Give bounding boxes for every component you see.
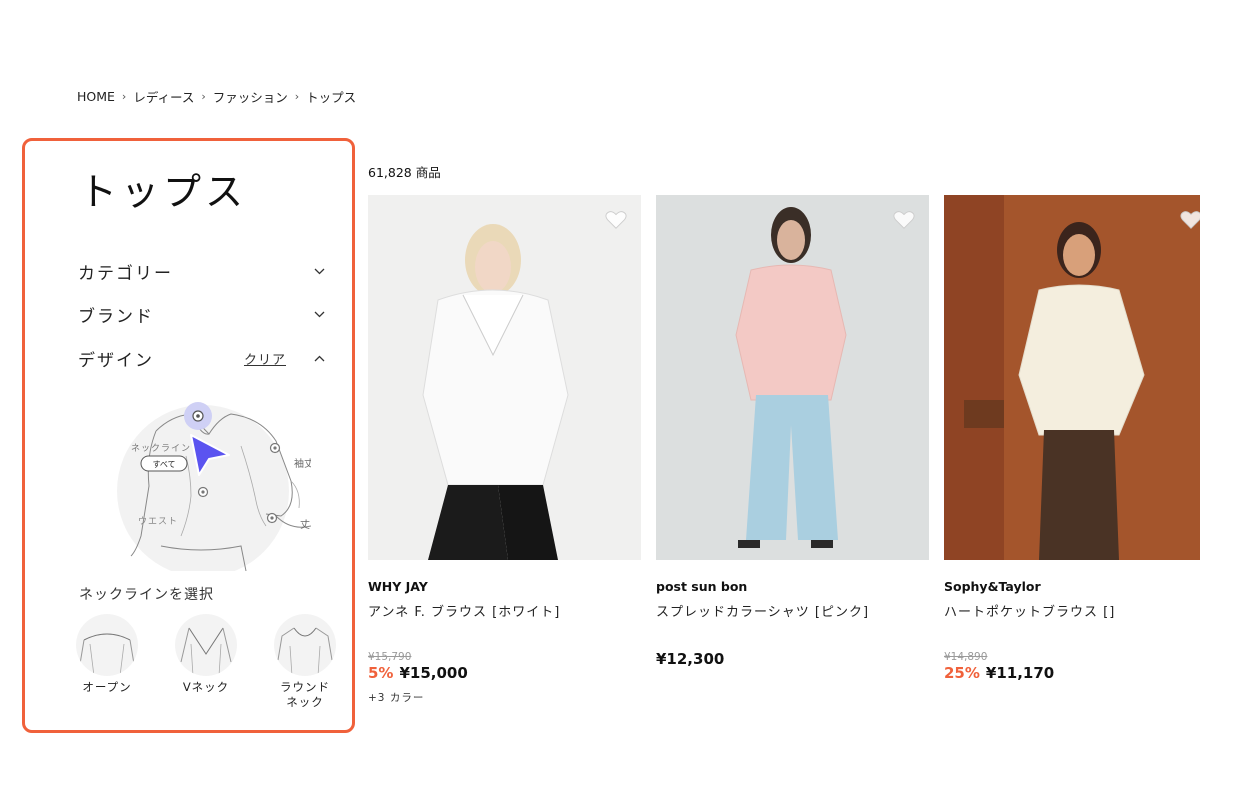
product-image[interactable] (656, 195, 929, 560)
heart-icon[interactable] (1180, 209, 1200, 231)
color-count[interactable]: +3 カラー (368, 690, 641, 705)
v-neck-icon (175, 614, 237, 676)
breadcrumb-separator: › (201, 90, 206, 103)
round-neck-icon (274, 614, 336, 676)
breadcrumb-current: トップス (306, 90, 357, 105)
neckline-label[interactable]: ネックライン (131, 443, 191, 454)
product-name[interactable]: スプレッドカラーシャツ [ピンク] (656, 601, 929, 620)
page-title: トップス (79, 170, 248, 214)
waist-label[interactable]: ウエスト (138, 516, 178, 527)
neckline-heading: ネックラインを選択 (79, 587, 214, 603)
neckline-option-open[interactable]: オープン (71, 614, 143, 710)
price-line: 25% ¥11,170 (944, 664, 1200, 682)
filter-brand-label: ブランド (78, 306, 154, 327)
neckline-option-label: Vネック (182, 680, 230, 694)
pointer-cursor-icon (190, 434, 230, 476)
sale-price: ¥11,170 (985, 664, 1055, 682)
product-name[interactable]: ハートポケットブラウス [] (944, 601, 1200, 620)
product-brand[interactable]: WHY JAY (368, 579, 641, 594)
sale-price: ¥12,300 (656, 650, 725, 668)
design-body-map: ネックライン すべて 袖丈 ウエスト 丈 (91, 396, 314, 577)
neckline-option-label: ラウンド ネック (280, 680, 330, 709)
heart-icon[interactable] (605, 209, 627, 231)
filter-design[interactable]: デザイン クリア (78, 345, 326, 371)
product-card[interactable]: post sun bon スプレッドカラーシャツ [ピンク] ¥12,300 (656, 195, 929, 668)
breadcrumb-separator: › (294, 90, 300, 103)
sleeve-label[interactable]: 袖丈 (294, 457, 314, 470)
product-name[interactable]: アンネ F. ブラウス [ホワイト] (368, 601, 641, 620)
open-neck-icon (76, 614, 138, 676)
neckline-option-vneck[interactable]: Vネック (170, 614, 242, 710)
original-price: ¥14,890 (944, 651, 988, 663)
neckline-option-round[interactable]: ラウンド ネック (269, 614, 341, 710)
sale-price: ¥15,000 (399, 664, 468, 682)
original-price: ¥15,790 (368, 651, 412, 663)
discount-rate: 5% (368, 664, 394, 682)
heart-icon[interactable] (893, 209, 915, 231)
breadcrumb-home[interactable]: HOME (77, 89, 115, 104)
product-brand[interactable]: Sophy&Taylor (944, 579, 1200, 594)
product-image[interactable] (944, 195, 1200, 560)
breadcrumb: HOME › レディース › ファッション › トップス (77, 87, 356, 106)
neckline-all-badge[interactable]: すべて (152, 460, 175, 469)
design-clear-link[interactable]: クリア (244, 349, 286, 368)
breadcrumb-separator: › (121, 90, 127, 103)
chevron-down-icon (312, 265, 326, 278)
filter-design-label: デザイン (78, 350, 154, 371)
discount-rate: 25% (944, 664, 980, 682)
price-line: 5% ¥15,000 (368, 664, 641, 682)
neckline-options: オープン Vネック ラウンド ネック (71, 614, 341, 710)
breadcrumb-fashion[interactable]: ファッション (213, 87, 288, 106)
filter-sidebar: トップス カテゴリー ブランド デザイン クリア ネックライン すべて 袖丈 ウ… (22, 138, 355, 733)
neckline-option-label: オープン (82, 680, 132, 694)
filter-category[interactable]: カテゴリー (78, 258, 326, 284)
result-count: 61,828 商品 (368, 165, 441, 180)
product-card[interactable]: WHY JAY アンネ F. ブラウス [ホワイト] ¥15,790 5% ¥15… (368, 195, 641, 705)
filter-brand[interactable]: ブランド (78, 301, 326, 327)
product-card[interactable]: Sophy&Taylor ハートポケットブラウス [] ¥14,890 25% ¥… (944, 195, 1200, 682)
filter-category-label: カテゴリー (78, 263, 173, 284)
chevron-down-icon (312, 308, 326, 321)
product-brand[interactable]: post sun bon (656, 579, 929, 594)
product-image[interactable] (368, 195, 641, 560)
breadcrumb-ladies[interactable]: レディース (133, 87, 194, 106)
length-label[interactable]: 丈 (300, 519, 310, 531)
chevron-up-icon (312, 352, 326, 365)
